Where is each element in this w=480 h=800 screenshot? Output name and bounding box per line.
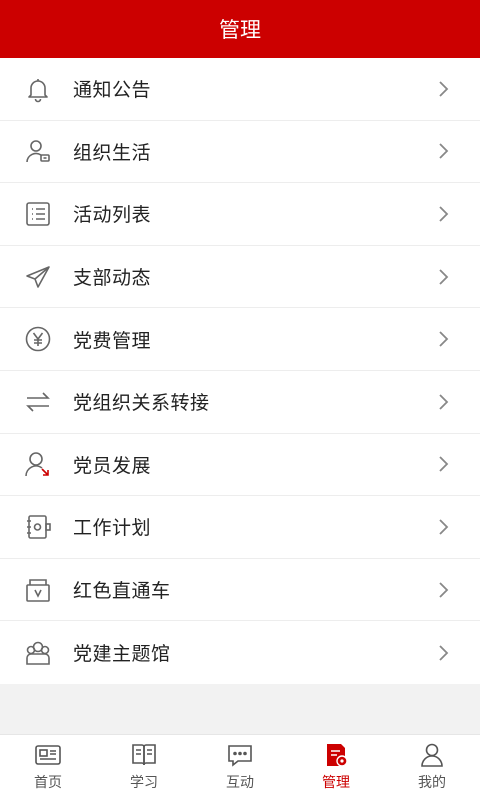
list-icon	[24, 200, 52, 228]
menu-item-label: 活动列表	[73, 204, 152, 227]
menu-item-branch-news[interactable]: 支部动态	[0, 245, 480, 309]
menu-item-org-life[interactable]: 组织生活	[0, 120, 480, 184]
chevron-right-icon	[436, 517, 450, 537]
tab-label: 首页	[34, 775, 62, 791]
chat-bubble-icon	[226, 741, 254, 769]
tab-study[interactable]: 学习	[96, 735, 192, 800]
bottom-tab-bar: 首页 学习 互动 管理 我的	[0, 734, 480, 800]
chevron-right-icon	[436, 329, 450, 349]
menu-item-label: 党费管理	[73, 329, 152, 352]
tab-label: 学习	[130, 775, 158, 791]
menu-item-label: 党建主题馆	[73, 643, 171, 666]
tab-interact[interactable]: 互动	[192, 735, 288, 800]
header-bar: 管理	[0, 0, 480, 58]
yen-icon	[24, 325, 52, 353]
menu-item-label: 党员发展	[73, 454, 152, 477]
chevron-right-icon	[436, 392, 450, 412]
menu-item-label: 组织生活	[73, 141, 152, 164]
chevron-right-icon	[436, 141, 450, 161]
chevron-right-icon	[436, 204, 450, 224]
tab-home[interactable]: 首页	[0, 735, 96, 800]
menu-item-red-express[interactable]: 红色直通车	[0, 558, 480, 622]
menu-item-activity-list[interactable]: 活动列表	[0, 183, 480, 246]
management-menu: 通知公告 组织生活 活动列表 支部动态 党费管理 党组织关系转接 党员发展 工作…	[0, 58, 480, 684]
paper-plane-icon	[24, 263, 52, 291]
menu-item-transfer[interactable]: 党组织关系转接	[0, 370, 480, 434]
id-card-icon	[34, 741, 62, 769]
page-title: 管理	[219, 18, 261, 42]
menu-item-member-development[interactable]: 党员发展	[0, 433, 480, 497]
menu-item-label: 通知公告	[73, 79, 152, 102]
chevron-right-icon	[436, 79, 450, 99]
menu-item-label: 支部动态	[73, 267, 152, 290]
chevron-right-icon	[436, 454, 450, 474]
box-icon	[24, 576, 52, 604]
user-growth-icon	[24, 450, 52, 478]
bell-icon	[24, 75, 52, 103]
tab-label: 我的	[418, 775, 446, 791]
chevron-right-icon	[436, 580, 450, 600]
menu-item-work-plan[interactable]: 工作计划	[0, 496, 480, 559]
document-gear-icon	[322, 741, 350, 769]
notebook-icon	[24, 513, 52, 541]
transfer-arrows-icon	[24, 388, 52, 416]
chevron-right-icon	[436, 267, 450, 287]
menu-item-dues[interactable]: 党费管理	[0, 308, 480, 371]
menu-item-label: 党组织关系转接	[73, 392, 210, 415]
tab-mine[interactable]: 我的	[384, 735, 480, 800]
menu-item-label: 红色直通车	[73, 580, 171, 603]
menu-item-notice[interactable]: 通知公告	[0, 58, 480, 121]
menu-item-label: 工作计划	[73, 517, 152, 540]
tab-label: 互动	[226, 775, 254, 791]
person-icon	[418, 741, 446, 769]
user-card-icon	[24, 137, 52, 165]
book-icon	[130, 741, 158, 769]
group-icon	[24, 639, 52, 667]
chevron-right-icon	[436, 643, 450, 663]
tab-manage[interactable]: 管理	[288, 735, 384, 800]
menu-item-theme-hall[interactable]: 党建主题馆	[0, 621, 480, 684]
tab-label: 管理	[322, 775, 350, 791]
